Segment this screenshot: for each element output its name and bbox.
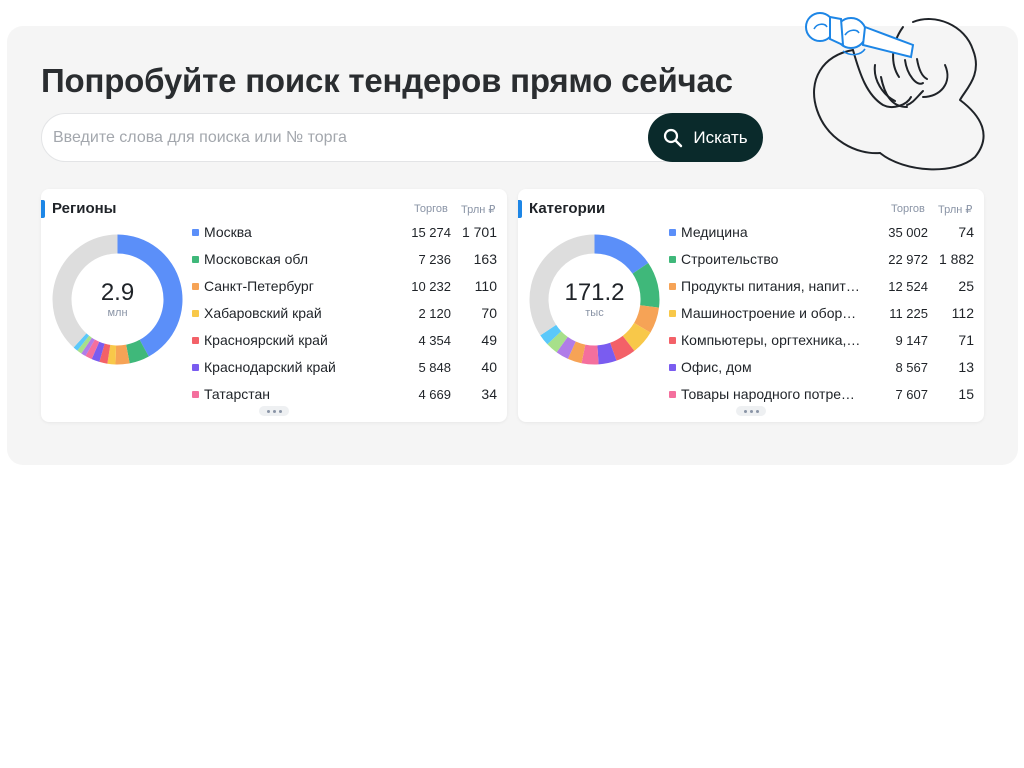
item-label: Товары народного потреб… xyxy=(681,386,861,402)
categories-donut-center: 171.2 тыс xyxy=(528,233,661,366)
legend-color-icon xyxy=(192,364,199,371)
legend-color-icon xyxy=(192,283,199,290)
item-count: 10 232 xyxy=(411,279,451,294)
card-accent-bar xyxy=(518,200,522,218)
regions-col-count-header: Торгов xyxy=(414,203,448,215)
legend-color-icon xyxy=(669,229,676,236)
item-count: 4 354 xyxy=(418,333,451,348)
list-item[interactable]: Машиностроение и оборуд… 11 225 112 xyxy=(669,303,974,330)
categories-list: Медицина 35 002 74 Строительство 22 972 1 882… xyxy=(669,222,974,411)
item-label: Татарстан xyxy=(204,386,271,402)
list-item[interactable]: Продукты питания, напитк… 12 524 25 xyxy=(669,276,974,303)
item-label: Компьютеры, оргтехника, … xyxy=(681,332,861,348)
categories-title: Категории xyxy=(529,200,606,217)
regions-title: Регионы xyxy=(52,200,117,217)
item-sum: 112 xyxy=(951,305,974,321)
legend-color-icon xyxy=(669,391,676,398)
item-sum: 40 xyxy=(481,359,497,375)
item-sum: 74 xyxy=(958,224,974,240)
card-accent-bar xyxy=(41,200,45,218)
legend-color-icon xyxy=(669,337,676,344)
search-button[interactable]: Искать xyxy=(648,113,763,162)
item-label: Москва xyxy=(204,224,252,240)
item-count: 5 848 xyxy=(418,360,451,375)
item-sum: 49 xyxy=(481,332,497,348)
list-item[interactable]: Хабаровский край 2 120 70 xyxy=(192,303,497,330)
list-item[interactable]: Компьютеры, оргтехника, … 9 147 71 xyxy=(669,330,974,357)
item-label: Строительство xyxy=(681,251,779,267)
item-sum: 15 xyxy=(958,386,974,402)
list-item[interactable]: Офис, дом 8 567 13 xyxy=(669,357,974,384)
item-sum: 163 xyxy=(473,251,497,267)
item-count: 15 274 xyxy=(411,225,451,240)
list-item[interactable]: Строительство 22 972 1 882 xyxy=(669,249,974,276)
legend-color-icon xyxy=(669,310,676,317)
legend-color-icon xyxy=(192,310,199,317)
item-count: 4 669 xyxy=(418,387,451,402)
legend-color-icon xyxy=(192,337,199,344)
item-count: 11 225 xyxy=(889,306,928,321)
tender-search-hero: Попробуйте поиск тендеров прямо сейчас И… xyxy=(7,12,1018,465)
item-count: 2 120 xyxy=(418,306,451,321)
regions-total-value: 2.9 xyxy=(100,279,135,306)
list-item[interactable]: Краснодарский край 5 848 40 xyxy=(192,357,497,384)
item-count: 12 524 xyxy=(888,279,928,294)
item-label: Медицина xyxy=(681,224,748,240)
regions-total-unit: млн xyxy=(107,307,128,319)
person-with-binoculars-illustration xyxy=(805,12,985,171)
item-sum: 34 xyxy=(481,386,497,402)
regions-list: Москва 15 274 1 701 Московская обл 7 236 163 С… xyxy=(192,222,497,411)
categories-col-count-header: Торгов xyxy=(891,203,925,215)
item-label: Московская обл xyxy=(204,251,308,267)
search-bar: Искать xyxy=(41,113,763,162)
item-label: Офис, дом xyxy=(681,359,752,375)
item-sum: 25 xyxy=(958,278,974,294)
list-item[interactable]: Санкт-Петербург 10 232 110 xyxy=(192,276,497,303)
item-sum: 71 xyxy=(958,332,974,348)
legend-color-icon xyxy=(192,391,199,398)
item-label: Санкт-Петербург xyxy=(204,278,314,294)
item-sum: 13 xyxy=(958,359,974,375)
item-sum: 110 xyxy=(474,278,497,294)
categories-card: Категории Торгов Трлн ₽ 171.2 тыс Медици… xyxy=(518,189,984,422)
item-label: Машиностроение и оборуд… xyxy=(681,305,861,321)
page-title: Попробуйте поиск тендеров прямо сейчас xyxy=(41,62,733,99)
item-count: 9 147 xyxy=(895,333,928,348)
categories-more-button[interactable] xyxy=(736,406,766,416)
list-item[interactable]: Медицина 35 002 74 xyxy=(669,222,974,249)
list-item[interactable]: Москва 15 274 1 701 xyxy=(192,222,497,249)
item-count: 22 972 xyxy=(888,252,928,267)
legend-color-icon xyxy=(192,256,199,263)
legend-color-icon xyxy=(192,229,199,236)
regions-col-sum-header: Трлн ₽ xyxy=(461,204,496,216)
categories-total-unit: тыс xyxy=(585,307,604,319)
search-input[interactable] xyxy=(43,115,643,160)
categories-col-sum-header: Трлн ₽ xyxy=(938,204,973,216)
categories-total-value: 171.2 xyxy=(564,279,625,306)
item-count: 35 002 xyxy=(888,225,928,240)
list-item[interactable]: Татарстан 4 669 34 xyxy=(192,384,497,411)
item-label: Краснодарский край xyxy=(204,359,336,375)
item-count: 7 607 xyxy=(895,387,928,402)
item-label: Хабаровский край xyxy=(204,305,322,321)
regions-more-button[interactable] xyxy=(259,406,289,416)
item-label: Красноярский край xyxy=(204,332,328,348)
regions-donut-center: 2.9 млн xyxy=(51,233,184,366)
legend-color-icon xyxy=(669,256,676,263)
search-icon xyxy=(664,128,683,147)
list-item[interactable]: Товары народного потреб… 7 607 15 xyxy=(669,384,974,411)
item-sum: 1 701 xyxy=(461,224,497,240)
item-sum: 1 882 xyxy=(938,251,974,267)
legend-color-icon xyxy=(669,364,676,371)
list-item[interactable]: Московская обл 7 236 163 xyxy=(192,249,497,276)
item-count: 8 567 xyxy=(895,360,928,375)
item-count: 7 236 xyxy=(418,252,451,267)
search-button-label: Искать xyxy=(693,127,748,147)
item-label: Продукты питания, напитк… xyxy=(681,278,861,294)
list-item[interactable]: Красноярский край 4 354 49 xyxy=(192,330,497,357)
regions-card: Регионы Торгов Трлн ₽ 2.9 млн Москва 15 2… xyxy=(41,189,507,422)
item-sum: 70 xyxy=(481,305,497,321)
legend-color-icon xyxy=(669,283,676,290)
